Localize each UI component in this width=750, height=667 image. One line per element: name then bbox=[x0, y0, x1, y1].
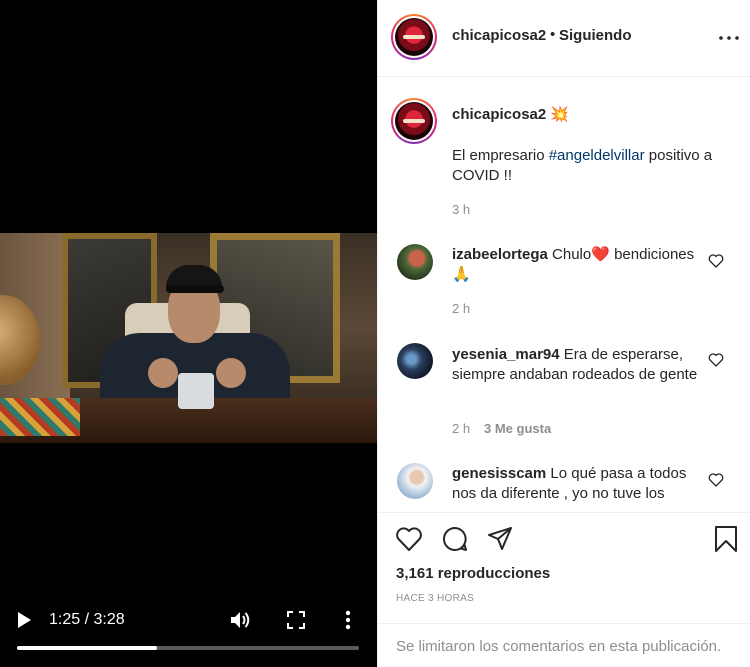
heart-icon[interactable] bbox=[708, 473, 724, 487]
more-vertical-icon[interactable] bbox=[345, 610, 351, 630]
caption-emoji: 💥 bbox=[550, 106, 570, 123]
video-time: 1:25 / 3:28 bbox=[49, 611, 125, 628]
caption-text: El empresario #angeldelvillar positivo a… bbox=[452, 146, 732, 186]
video-player[interactable]: 1:25 / 3:28 bbox=[0, 0, 377, 667]
video-progress-bar[interactable] bbox=[17, 646, 359, 650]
video-scene-blanket bbox=[0, 398, 80, 436]
comment-text: genesisscam Lo qué pasa a todos nos da d… bbox=[452, 464, 702, 504]
caption-header: chicapicosa2 💥 bbox=[452, 105, 732, 125]
video-scene-hand bbox=[216, 358, 246, 388]
heart-icon[interactable] bbox=[708, 254, 724, 268]
avatar[interactable] bbox=[397, 463, 433, 499]
video-scene-cap-brim bbox=[166, 285, 224, 293]
more-horizontal-icon[interactable] bbox=[719, 36, 739, 40]
comment-username[interactable]: izabeelortega bbox=[452, 246, 548, 263]
comments-list[interactable]: chicapicosa2 💥 El empresario #angeldelvi… bbox=[378, 78, 750, 512]
separator-dot: • bbox=[550, 26, 556, 43]
avatar[interactable] bbox=[391, 14, 437, 60]
avatar[interactable] bbox=[397, 343, 433, 379]
caption-text-start: El empresario bbox=[452, 147, 549, 164]
comment-text: yesenia_mar94 Era de esperarse, siempre … bbox=[452, 345, 702, 385]
comment-icon[interactable] bbox=[441, 525, 469, 553]
bookmark-icon[interactable] bbox=[712, 525, 740, 553]
comment-time[interactable]: 2 h bbox=[452, 421, 470, 436]
view-count[interactable]: 3,161 reproducciones bbox=[396, 565, 550, 582]
video-frame[interactable] bbox=[0, 233, 377, 443]
share-icon[interactable] bbox=[486, 525, 514, 553]
comment-limit-bar: Se limitaron los comentarios en esta pub… bbox=[378, 623, 750, 667]
video-controls: 1:25 / 3:28 bbox=[0, 600, 377, 667]
comments-limited-text: Se limitaron los comentarios en esta pub… bbox=[396, 638, 722, 655]
post-sidebar: chicapicosa2 • Siguiendo chicapicosa2 💥 … bbox=[377, 0, 750, 667]
comment-username[interactable]: yesenia_mar94 bbox=[452, 346, 560, 363]
video-scene-hand bbox=[148, 358, 178, 388]
profile-picture bbox=[395, 102, 433, 140]
comment-username[interactable]: genesisscam bbox=[452, 465, 546, 482]
post-actions: 3,161 reproducciones HACE 3 HORAS Se lim… bbox=[378, 512, 750, 667]
hashtag-link[interactable]: #angeldelvillar bbox=[549, 147, 645, 164]
caption-username[interactable]: chicapicosa2 bbox=[452, 106, 546, 123]
comment-likes[interactable]: 3 Me gusta bbox=[484, 421, 551, 436]
avatar[interactable] bbox=[391, 98, 437, 144]
play-icon[interactable] bbox=[16, 611, 32, 629]
follow-status-button[interactable]: Siguiendo bbox=[559, 27, 632, 44]
header-username[interactable]: chicapicosa2 bbox=[452, 27, 546, 44]
profile-picture bbox=[395, 18, 433, 56]
volume-icon[interactable] bbox=[230, 610, 252, 630]
heart-icon[interactable] bbox=[708, 353, 724, 367]
video-scene-mug bbox=[178, 373, 214, 409]
comment-text: izabeelortega Chulo❤️ bendiciones 🙏 bbox=[452, 245, 702, 285]
fullscreen-icon[interactable] bbox=[287, 611, 305, 629]
caption-time[interactable]: 3 h bbox=[452, 202, 470, 217]
post-timestamp[interactable]: HACE 3 HORAS bbox=[396, 593, 474, 604]
post-header: chicapicosa2 • Siguiendo bbox=[378, 0, 750, 77]
heart-icon[interactable] bbox=[395, 525, 423, 553]
comment-time[interactable]: 2 h bbox=[452, 301, 470, 316]
avatar[interactable] bbox=[397, 244, 433, 280]
video-progress-fill bbox=[17, 646, 158, 650]
